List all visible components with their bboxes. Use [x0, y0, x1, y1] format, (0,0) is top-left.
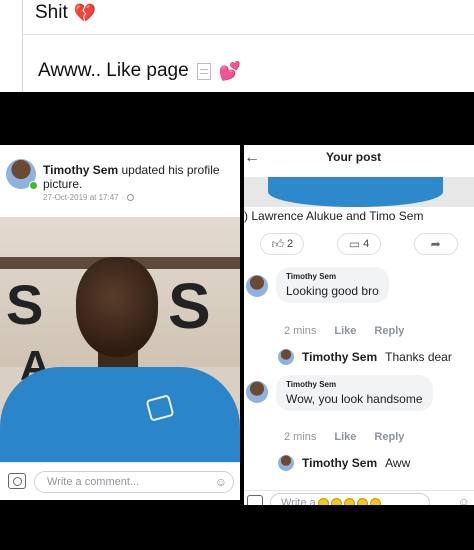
- laughing-emoji-icon: [369, 497, 381, 505]
- caption-text: Shit: [35, 2, 68, 23]
- smiley-icon[interactable]: ☺: [215, 475, 227, 489]
- author-name[interactable]: Timothy Sem: [43, 163, 118, 177]
- caption-area: Shit 💔 Awww.. Like page 💕: [0, 0, 474, 92]
- comment-bubble: Timothy Sem Wow, you look handsome: [276, 375, 433, 411]
- profile-post-screenshot: Timothy Sem updated his profile picture.…: [0, 145, 240, 500]
- reply-text: Aww: [385, 456, 411, 470]
- divider-line: [22, 0, 23, 92]
- reaction-bar: 👍︎ 2 ▭ 4 ➦: [244, 229, 474, 259]
- reply-author[interactable]: Timothy Sem: [302, 350, 377, 364]
- smiley-icon[interactable]: ☺: [458, 495, 470, 505]
- reply-link[interactable]: Reply: [374, 431, 404, 443]
- comment-bubble: Timothy Sem Looking good bro: [276, 267, 389, 303]
- camera-icon[interactable]: [8, 473, 26, 489]
- sign-letter: S: [6, 273, 44, 336]
- your-post-screenshot: ← Your post ) Lawrence Alukue and Timo S…: [244, 145, 474, 505]
- like-link[interactable]: Like: [334, 325, 356, 337]
- caption-text: Awww.. Like page: [38, 60, 189, 81]
- post-photo-strip[interactable]: [244, 177, 474, 207]
- comment-text: Wow, you look handsome: [286, 392, 423, 406]
- reply-item: Timothy Sem Thanks dear: [278, 349, 452, 365]
- document-icon: [196, 62, 211, 80]
- share-icon: ➦: [430, 237, 441, 251]
- comment-bar: Write a ☺: [244, 490, 474, 505]
- divider-line: [22, 34, 474, 35]
- reply-item: Timothy Sem Aww: [278, 455, 410, 471]
- page-title: Your post: [326, 150, 382, 164]
- comment-text: Looking good bro: [286, 284, 379, 298]
- post-meta: 27-Oct-2019 at 17:47 ·: [43, 193, 135, 202]
- tagged-people[interactable]: ) Lawrence Alukue and Timo Sem: [244, 209, 423, 223]
- comment-actions: 2 mins Like Reply: [284, 325, 404, 337]
- comment-button[interactable]: ▭ 4: [336, 233, 381, 255]
- person-shirt: [0, 367, 240, 462]
- camera-icon[interactable]: [247, 495, 263, 505]
- laughing-emoji-icon: [330, 497, 342, 505]
- comment-actions: 2 mins Like Reply: [284, 431, 404, 443]
- avatar[interactable]: [278, 349, 294, 365]
- globe-icon: [127, 194, 135, 201]
- comment-bar: Write a comment... ☺: [0, 462, 240, 500]
- reply-text: Thanks dear: [385, 350, 452, 364]
- tag-icon: ): [244, 209, 248, 223]
- two-hearts-icon: 💕: [218, 60, 242, 81]
- profile-photo[interactable]: S S A: [0, 217, 240, 462]
- post-title: Timothy Sem updated his profile picture.: [43, 163, 233, 191]
- reply-author[interactable]: Timothy Sem: [302, 456, 377, 470]
- laughing-emoji-icon: [317, 497, 329, 505]
- online-status-dot: [29, 181, 38, 190]
- comment-author[interactable]: Timothy Sem: [286, 380, 423, 389]
- like-button[interactable]: 👍︎ 2: [260, 233, 305, 255]
- comment-draft-text: Write a: [281, 497, 316, 505]
- post-header: Timothy Sem updated his profile picture.…: [0, 145, 240, 215]
- comment-time: 2 mins: [284, 431, 317, 443]
- broken-heart-icon: 💔: [73, 2, 97, 23]
- like-count: 2: [287, 238, 294, 250]
- bottom-black-bar: [0, 505, 474, 550]
- avatar[interactable]: [246, 275, 268, 297]
- comment-input[interactable]: Write a comment... ☺: [34, 471, 234, 493]
- tagged-text: Lawrence Alukue and Timo Sem: [251, 209, 424, 223]
- laughing-emoji-icon: [343, 497, 355, 505]
- comment-icon: ▭: [348, 237, 361, 251]
- like-link[interactable]: Like: [334, 431, 356, 443]
- timestamp[interactable]: 27-Oct-2019 at 17:47: [43, 193, 119, 202]
- share-button[interactable]: ➦: [413, 233, 458, 255]
- laughing-emoji-icon: [356, 497, 368, 505]
- thumbs-up-icon: 👍︎: [271, 236, 285, 251]
- comment-placeholder: Write a comment...: [47, 476, 140, 488]
- comment-input[interactable]: Write a: [270, 493, 430, 505]
- person-head: [76, 257, 158, 357]
- comment-author[interactable]: Timothy Sem: [286, 272, 379, 281]
- caption-line-1: Shit 💔: [35, 2, 96, 24]
- caption-line-2: Awww.. Like page 💕: [38, 60, 241, 82]
- avatar[interactable]: [278, 455, 294, 471]
- avatar[interactable]: [246, 381, 268, 403]
- shirt-crop: [268, 177, 443, 207]
- sign-letter: S: [168, 270, 211, 342]
- reply-link[interactable]: Reply: [374, 325, 404, 337]
- comment-count: 4: [363, 238, 370, 250]
- post-header: ← Your post: [244, 145, 474, 177]
- comment-time: 2 mins: [284, 325, 317, 337]
- back-arrow-icon[interactable]: ←: [244, 149, 260, 167]
